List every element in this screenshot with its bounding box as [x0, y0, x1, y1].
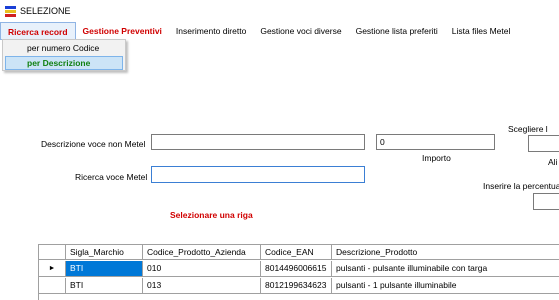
dropdown-item-per-numero-codice[interactable]: per numero Codice — [5, 41, 123, 55]
row-indicator[interactable] — [39, 278, 66, 294]
cell-codice[interactable]: 013 — [143, 278, 261, 294]
menu-ricerca-record[interactable]: Ricerca record — [0, 22, 76, 40]
menu-bar: Ricerca record Gestione Preventivi Inser… — [0, 22, 559, 40]
scegliere-label: Scegliere l — [508, 124, 548, 134]
menu-gestione-lista-preferiti[interactable]: Gestione lista preferiti — [349, 22, 445, 40]
ricerca-dropdown-menu: per numero Codice per Descrizione — [2, 39, 126, 71]
column-header-descrizione[interactable]: Descrizione_Prodotto — [332, 244, 559, 260]
dropdown-item-per-descrizione[interactable]: per Descrizione — [5, 56, 123, 70]
grid-header-row: Sigla_Marchio Codice_Prodotto_Azienda Co… — [39, 244, 559, 260]
ricerca-label: Ricerca voce Metel — [75, 172, 148, 182]
window-title: SELEZIONE — [20, 6, 71, 16]
ricerca-field[interactable] — [151, 166, 365, 183]
percentuale-label: Inserire la percentua — [483, 181, 559, 191]
menu-lista-files-metel[interactable]: Lista files Metel — [445, 22, 518, 40]
menu-inserimento-diretto[interactable]: Inserimento diretto — [169, 22, 253, 40]
app-icon — [5, 5, 16, 17]
cell-sigla[interactable]: BTI — [66, 261, 143, 277]
title-bar: SELEZIONE — [0, 0, 559, 22]
cell-descrizione[interactable]: pulsanti - 1 pulsante illuminabile — [332, 278, 559, 294]
importo-label: Importo — [422, 153, 451, 163]
cell-ean[interactable]: 8012199634623 — [261, 278, 332, 294]
cell-ean[interactable]: 8014496006615 — [261, 261, 332, 277]
column-header-sigla-marchio[interactable]: Sigla_Marchio — [66, 244, 143, 260]
scegliere-field[interactable] — [528, 135, 559, 152]
cell-codice[interactable]: 010 — [143, 261, 261, 277]
importo-field[interactable]: 0 — [376, 134, 495, 150]
column-header-codice-prodotto[interactable]: Codice_Prodotto_Azienda — [143, 244, 261, 260]
products-grid: Sigla_Marchio Codice_Prodotto_Azienda Co… — [38, 244, 559, 300]
menu-gestione-voci-diverse[interactable]: Gestione voci diverse — [253, 22, 348, 40]
selezionare-riga-label: Selezionare una riga — [170, 210, 253, 220]
column-header-codice-ean[interactable]: Codice_EAN — [261, 244, 332, 260]
menu-gestione-preventivi[interactable]: Gestione Preventivi — [76, 22, 169, 40]
descrizione-label: Descrizione voce non Metel — [41, 139, 146, 149]
table-row[interactable]: BTI 013 8012199634623 pulsanti - 1 pulsa… — [39, 278, 559, 294]
cell-sigla[interactable]: BTI — [66, 278, 143, 294]
descrizione-field[interactable] — [151, 134, 365, 150]
grid-header-corner — [39, 244, 66, 260]
row-indicator-arrow-icon[interactable]: ► — [39, 261, 66, 277]
table-row[interactable]: ► BTI 010 8014496006615 pulsanti - pulsa… — [39, 261, 559, 277]
cell-descrizione[interactable]: pulsanti - pulsante illuminabile con tar… — [332, 261, 559, 277]
percentuale-field[interactable] — [533, 193, 559, 210]
ali-label: Ali — [548, 157, 558, 167]
